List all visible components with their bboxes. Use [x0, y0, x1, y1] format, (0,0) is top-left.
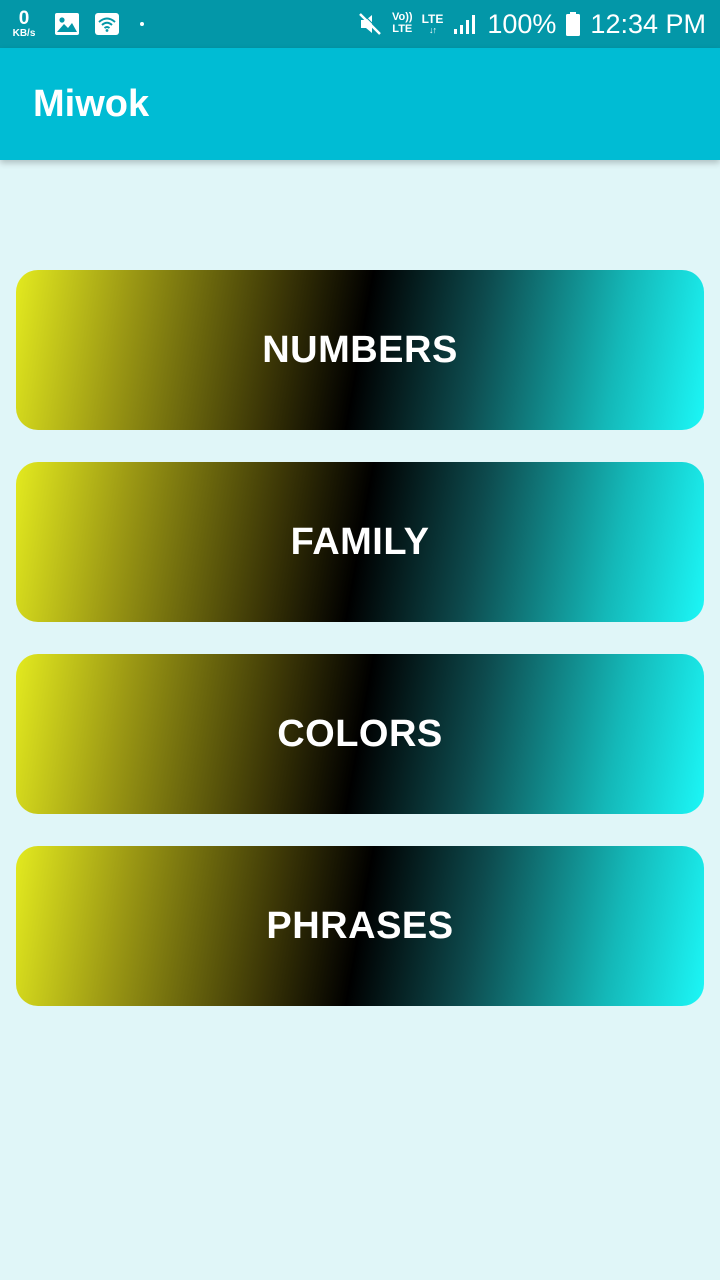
status-bar: 0 KB/s Vo)) LTE LTE ↓↑ 100% 12:34 PM — [0, 0, 720, 48]
phrases-button[interactable]: PHRASES — [16, 846, 704, 1006]
lte-arrows: ↓↑ — [428, 24, 437, 35]
family-button[interactable]: FAMILY — [16, 462, 704, 622]
status-right-group: Vo)) LTE LTE ↓↑ 100% 12:34 PM — [357, 0, 706, 48]
app-title: Miwok — [33, 83, 150, 125]
signal-icon — [452, 12, 478, 36]
data-rate-indicator: 0 KB/s — [8, 9, 40, 39]
volte-bottom-label: LTE — [392, 23, 413, 35]
status-left-group: 0 KB/s — [8, 0, 144, 48]
colors-button[interactable]: COLORS — [16, 654, 704, 814]
numbers-button[interactable]: NUMBERS — [16, 270, 704, 430]
phrases-label: PHRASES — [266, 904, 454, 947]
gallery-icon — [54, 12, 80, 36]
numbers-label: NUMBERS — [262, 328, 458, 371]
notification-dot-icon — [140, 22, 144, 26]
battery-icon — [565, 11, 581, 37]
lte-label: LTE — [421, 11, 444, 26]
wifi-icon — [94, 12, 120, 36]
colors-label: COLORS — [277, 712, 443, 755]
clock: 12:34 PM — [590, 8, 706, 39]
battery-percent: 100% — [487, 8, 557, 39]
category-list: NUMBERS FAMILY COLORS PHRASES — [16, 270, 704, 1038]
app-bar: Miwok — [0, 48, 720, 160]
data-rate-value: 0 — [18, 8, 30, 29]
mute-icon — [357, 11, 383, 37]
lte-icon: LTE ↓↑ — [422, 13, 444, 35]
volte-icon: Vo)) LTE — [392, 12, 413, 35]
data-rate-unit: KB/s — [12, 28, 36, 39]
family-label: FAMILY — [290, 520, 430, 563]
